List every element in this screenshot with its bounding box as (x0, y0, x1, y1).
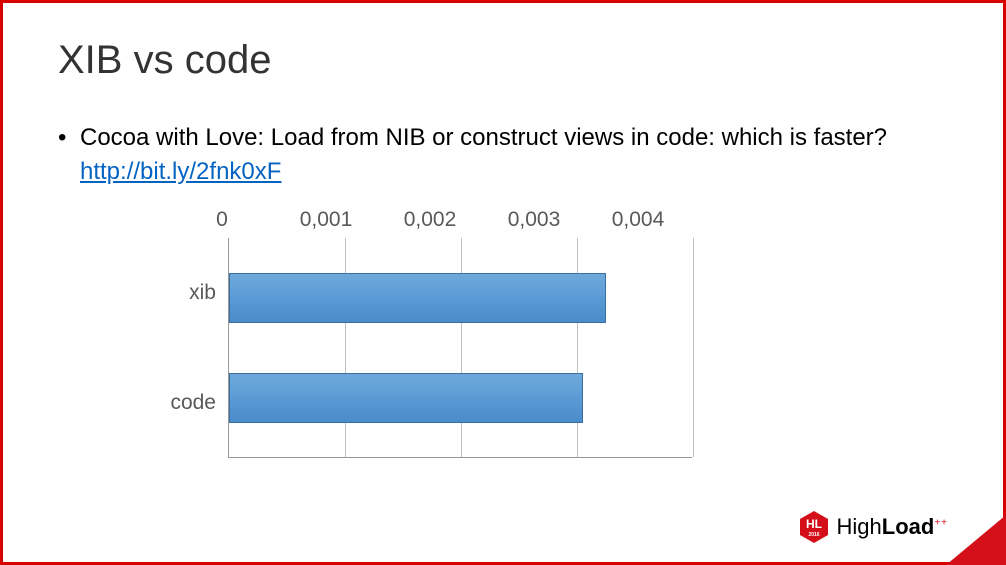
badge-year: 2016 (808, 532, 819, 538)
cat-label-code: code (168, 391, 216, 415)
grid-line (461, 238, 462, 457)
tick-3: 0,003 (482, 208, 586, 232)
bullet-item: Cocoa with Love: Load from NIB or constr… (58, 121, 948, 188)
cat-label-xib: xib (168, 281, 216, 305)
brand-text: HighLoad++ (837, 514, 949, 540)
bar-xib-fill (229, 273, 606, 323)
plot-area: xib code (168, 238, 748, 458)
x-tick-labels: 0 0,001 0,002 0,003 0,004 (228, 208, 748, 232)
category-labels: xib code (168, 238, 228, 458)
brand-bold: Load (882, 514, 935, 539)
slide-title: XIB vs code (58, 38, 948, 83)
tick-1: 0,001 (274, 208, 378, 232)
grid-line (345, 238, 346, 457)
grid-line (577, 238, 578, 457)
source-link[interactable]: http://bit.ly/2fnk0xF (80, 158, 281, 185)
badge-hl: HL (806, 517, 822, 531)
bar-code-fill (229, 373, 583, 423)
brand-pre: High (837, 514, 882, 539)
chart: 0 0,001 0,002 0,003 0,004 xib code (168, 208, 748, 458)
grid-line (693, 238, 694, 457)
slide: XIB vs code Cocoa with Love: Load from N… (3, 3, 1003, 562)
footer-logo: HL 2016 HighLoad++ (797, 510, 949, 544)
corner-decoration (946, 515, 1006, 565)
bar-xib (229, 273, 606, 323)
hl-badge-icon: HL 2016 (797, 510, 831, 544)
tick-2: 0,002 (378, 208, 482, 232)
tick-0: 0 (170, 208, 274, 232)
bar-code (229, 373, 583, 423)
tick-4: 0,004 (586, 208, 690, 232)
bars-region (228, 238, 692, 458)
bullet-text: Cocoa with Love: Load from NIB or constr… (80, 124, 887, 151)
